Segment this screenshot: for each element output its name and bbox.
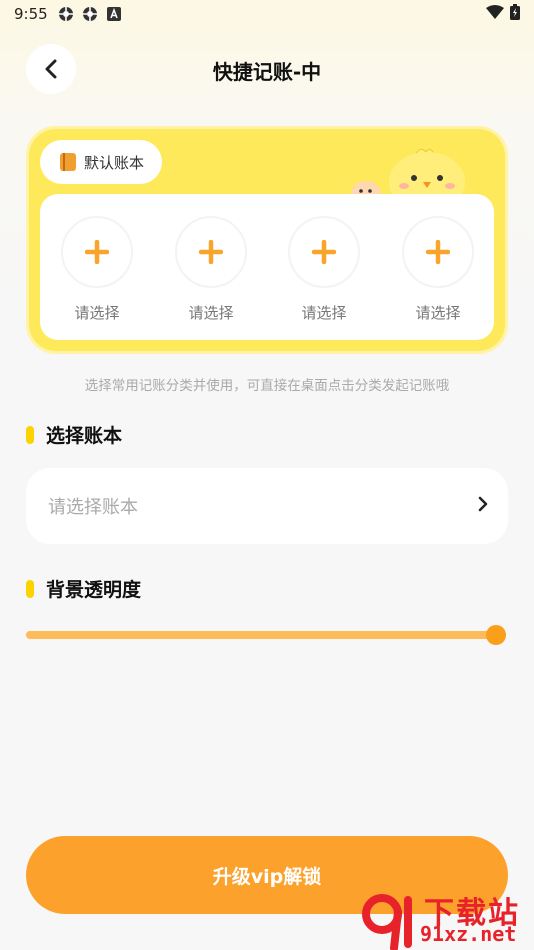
opacity-slider-thumb[interactable]	[486, 625, 506, 645]
slot-label: 请选择	[74, 304, 120, 322]
book-chip-label: 默认账本	[84, 153, 145, 172]
font-icon	[106, 6, 122, 22]
plus-icon	[85, 240, 109, 264]
add-category-button[interactable]	[61, 216, 133, 288]
add-category-button[interactable]	[175, 216, 247, 288]
slot-label: 请选择	[188, 304, 234, 322]
wifi-icon	[486, 5, 504, 23]
watermark-logo-icon	[362, 894, 412, 950]
section-title-text: 选择账本	[46, 425, 123, 447]
category-slot[interactable]: 请选择	[286, 216, 362, 323]
book-icon	[60, 153, 76, 171]
add-category-button[interactable]	[288, 216, 360, 288]
plus-icon	[199, 240, 223, 264]
header: 快捷记账-中	[0, 44, 534, 96]
section-marker	[26, 425, 34, 444]
widget-preview-card: 默认账本 请选择 请选择 请选择 请选择	[26, 126, 508, 354]
section-title-select-book: 选择账本	[26, 421, 122, 448]
status-time: 9:55	[14, 5, 48, 23]
slot-label: 请选择	[301, 304, 347, 322]
status-bar: 9:55	[0, 0, 534, 28]
chevron-right-icon	[478, 496, 488, 517]
page-title: 快捷记账-中	[212, 60, 322, 84]
usage-hint: 选择常用记账分类并使用，可直接在桌面点击分类发起记账哦	[84, 378, 450, 394]
plus-icon	[312, 240, 336, 264]
category-slot[interactable]: 请选择	[400, 216, 476, 323]
opacity-slider[interactable]	[26, 625, 506, 645]
slot-label: 请选择	[415, 304, 461, 322]
battery-icon	[510, 4, 520, 24]
section-marker	[26, 579, 34, 598]
opacity-slider-fill	[26, 631, 496, 639]
select-book-placeholder: 请选择账本	[48, 497, 138, 518]
section-title-opacity: 背景透明度	[26, 575, 141, 602]
default-book-chip[interactable]: 默认账本	[40, 140, 163, 184]
site-watermark: 下载站 91xz.net	[360, 888, 534, 950]
select-book-field[interactable]: 请选择账本	[26, 468, 508, 544]
add-category-button[interactable]	[402, 216, 474, 288]
category-slot[interactable]: 请选择	[173, 216, 249, 323]
section-title-text: 背景透明度	[46, 579, 142, 601]
category-slot[interactable]: 请选择	[59, 216, 135, 323]
watermark-text-bottom: 91xz.net	[420, 922, 517, 946]
settings-gear-icon	[58, 6, 74, 22]
plus-icon	[426, 240, 450, 264]
settings-gear-icon	[82, 6, 98, 22]
category-slots-panel: 请选择 请选择 请选择 请选择	[40, 194, 494, 340]
